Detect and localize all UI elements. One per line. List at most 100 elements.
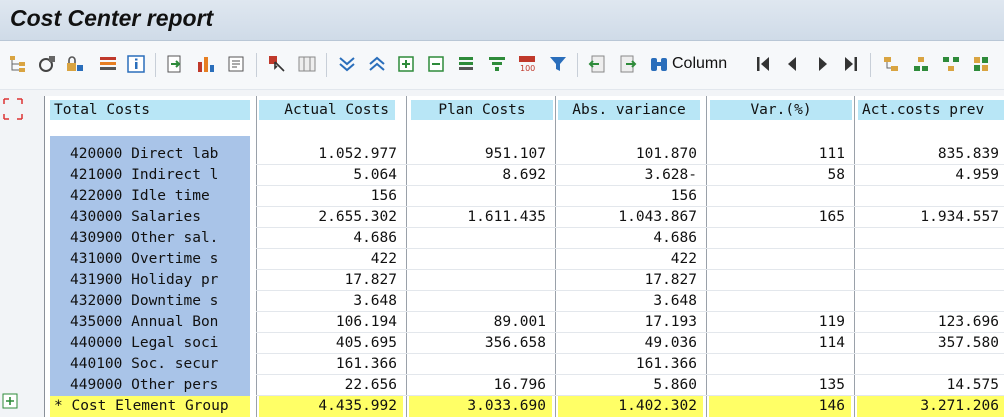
binoculars-icon[interactable] bbox=[648, 53, 670, 75]
table-row[interactable]: 431900 Holiday pr 17.827 17.827 bbox=[45, 270, 1004, 291]
value-cell-abs[interactable]: 5.860 bbox=[558, 375, 703, 396]
col-header-var-percent[interactable]: Var.(%) bbox=[710, 100, 852, 120]
value-cell-abs[interactable]: 3.628- bbox=[558, 165, 703, 186]
value-cell-plan[interactable] bbox=[409, 270, 552, 291]
value-cell-abs[interactable]: 422 bbox=[558, 249, 703, 270]
value-cell-abs[interactable]: 4.686 bbox=[558, 228, 703, 249]
cost-element-cell[interactable]: 432000 Downtime s bbox=[50, 291, 250, 312]
cost-element-cell[interactable]: 435000 Annual Bon bbox=[50, 312, 250, 333]
table-row[interactable]: 422000 Idle time 156 156 bbox=[45, 186, 1004, 207]
table-row[interactable]: 421000 Indirect l 5.064 8.692 3.628- 58 4.959 bbox=[45, 165, 1004, 186]
value-cell-prev[interactable]: 835.839 bbox=[857, 144, 1004, 165]
value-cell-actual[interactable]: 4.435.992 bbox=[259, 396, 403, 417]
value-cell-prev[interactable] bbox=[857, 354, 1004, 375]
cost-element-cell[interactable]: 440100 Soc. secur bbox=[50, 354, 250, 375]
layout-icon[interactable] bbox=[97, 53, 119, 75]
cost-element-cell[interactable]: 421000 Indirect l bbox=[50, 165, 250, 186]
funnel-icon[interactable] bbox=[547, 53, 569, 75]
columns-icon[interactable] bbox=[296, 53, 318, 75]
value-cell-actual[interactable]: 4.686 bbox=[259, 228, 403, 249]
cost-element-cell[interactable]: 431900 Holiday pr bbox=[50, 270, 250, 291]
cost-element-cell[interactable]: 440000 Legal soci bbox=[50, 333, 250, 354]
value-cell-var[interactable]: 58 bbox=[709, 165, 851, 186]
value-cell-var[interactable]: 111 bbox=[709, 144, 851, 165]
sort-up-icon[interactable] bbox=[366, 53, 388, 75]
prev-page-icon[interactable] bbox=[781, 53, 803, 75]
value-cell-var[interactable] bbox=[709, 354, 851, 375]
first-page-icon[interactable] bbox=[752, 53, 774, 75]
table-row[interactable]: 440000 Legal soci 405.695 356.658 49.036 114… bbox=[45, 333, 1004, 354]
topn-icon[interactable]: 100 bbox=[516, 53, 538, 75]
expand-icon[interactable] bbox=[395, 53, 417, 75]
value-cell-actual[interactable]: 405.695 bbox=[259, 333, 403, 354]
value-cell-abs[interactable]: 17.193 bbox=[558, 312, 703, 333]
tree-toggle-icon[interactable] bbox=[2, 393, 18, 409]
col-header-abs-variance[interactable]: Abs. variance bbox=[558, 100, 700, 120]
value-cell-var[interactable] bbox=[709, 270, 851, 291]
info-icon[interactable] bbox=[125, 53, 147, 75]
drilldown-2-icon[interactable] bbox=[910, 53, 932, 75]
value-cell-var[interactable]: 119 bbox=[709, 312, 851, 333]
drilldown-1-icon[interactable] bbox=[880, 53, 902, 75]
select-icon[interactable] bbox=[266, 53, 288, 75]
value-cell-plan[interactable] bbox=[409, 228, 552, 249]
table-row[interactable]: 440100 Soc. secur 161.366 161.366 bbox=[45, 354, 1004, 375]
col-header-plan-costs[interactable]: Plan Costs bbox=[411, 100, 553, 120]
value-cell-var[interactable]: 135 bbox=[709, 375, 851, 396]
value-cell-abs[interactable]: 3.648 bbox=[558, 291, 703, 312]
table-row[interactable]: 430900 Other sal. 4.686 4.686 bbox=[45, 228, 1004, 249]
table-row[interactable]: 431000 Overtime s 422 422 bbox=[45, 249, 1004, 270]
value-cell-plan[interactable]: 1.611.435 bbox=[409, 207, 552, 228]
value-cell-plan[interactable] bbox=[409, 291, 552, 312]
cost-element-cell[interactable]: 422000 Idle time bbox=[50, 186, 250, 207]
last-page-icon[interactable] bbox=[840, 53, 862, 75]
subtotal-icon[interactable] bbox=[455, 53, 477, 75]
value-cell-plan[interactable] bbox=[409, 186, 552, 207]
filter-icon[interactable] bbox=[486, 53, 508, 75]
value-cell-abs[interactable]: 161.366 bbox=[558, 354, 703, 375]
value-cell-actual[interactable]: 5.064 bbox=[259, 165, 403, 186]
value-cell-prev[interactable]: 3.271.206 bbox=[857, 396, 1004, 417]
total-row-label[interactable]: * Cost Element Group bbox=[50, 396, 250, 417]
value-cell-plan[interactable]: 3.033.690 bbox=[409, 396, 552, 417]
value-cell-var[interactable]: 165 bbox=[709, 207, 851, 228]
cost-element-cell[interactable]: 430900 Other sal. bbox=[50, 228, 250, 249]
col-header-actual-costs[interactable]: Actual Costs bbox=[259, 100, 395, 120]
table-row[interactable]: 432000 Downtime s 3.648 3.648 bbox=[45, 291, 1004, 312]
value-cell-prev[interactable] bbox=[857, 228, 1004, 249]
drilldown-3-icon[interactable] bbox=[940, 53, 962, 75]
previous-report-icon[interactable] bbox=[586, 53, 608, 75]
value-cell-prev[interactable] bbox=[857, 270, 1004, 291]
table-row[interactable]: 420000 Direct lab 1.052.977 951.107 101.870… bbox=[45, 144, 1004, 165]
value-cell-abs[interactable]: 1.402.302 bbox=[558, 396, 703, 417]
next-report-icon[interactable] bbox=[617, 53, 639, 75]
cost-element-cell[interactable]: 420000 Direct lab bbox=[50, 144, 250, 165]
value-cell-var[interactable] bbox=[709, 186, 851, 207]
value-cell-actual[interactable]: 22.656 bbox=[259, 375, 403, 396]
value-cell-prev[interactable]: 123.696 bbox=[857, 312, 1004, 333]
table-row[interactable]: 435000 Annual Bon 106.194 89.001 17.193 119 1… bbox=[45, 312, 1004, 333]
sort-down-icon[interactable] bbox=[336, 53, 358, 75]
value-cell-var[interactable] bbox=[709, 249, 851, 270]
value-cell-actual[interactable]: 422 bbox=[259, 249, 403, 270]
value-cell-actual[interactable]: 156 bbox=[259, 186, 403, 207]
collapse-icon[interactable] bbox=[425, 53, 447, 75]
value-cell-plan[interactable]: 356.658 bbox=[409, 333, 552, 354]
chart-icon[interactable] bbox=[195, 53, 217, 75]
print-icon[interactable] bbox=[225, 53, 247, 75]
value-cell-actual[interactable]: 106.194 bbox=[259, 312, 403, 333]
hierarchy-icon[interactable] bbox=[7, 53, 29, 75]
value-cell-plan[interactable]: 8.692 bbox=[409, 165, 552, 186]
value-cell-plan[interactable]: 951.107 bbox=[409, 144, 552, 165]
value-cell-actual[interactable]: 3.648 bbox=[259, 291, 403, 312]
selection-marker-icon[interactable] bbox=[3, 98, 23, 120]
value-cell-abs[interactable]: 101.870 bbox=[558, 144, 703, 165]
value-cell-prev[interactable] bbox=[857, 291, 1004, 312]
value-cell-actual[interactable]: 17.827 bbox=[259, 270, 403, 291]
cost-element-cell[interactable]: 431000 Overtime s bbox=[50, 249, 250, 270]
value-cell-var[interactable]: 146 bbox=[709, 396, 851, 417]
col-header-total-costs[interactable]: Total Costs bbox=[50, 100, 250, 120]
value-cell-abs[interactable]: 156 bbox=[558, 186, 703, 207]
value-cell-abs[interactable]: 1.043.867 bbox=[558, 207, 703, 228]
value-cell-actual[interactable]: 2.655.302 bbox=[259, 207, 403, 228]
